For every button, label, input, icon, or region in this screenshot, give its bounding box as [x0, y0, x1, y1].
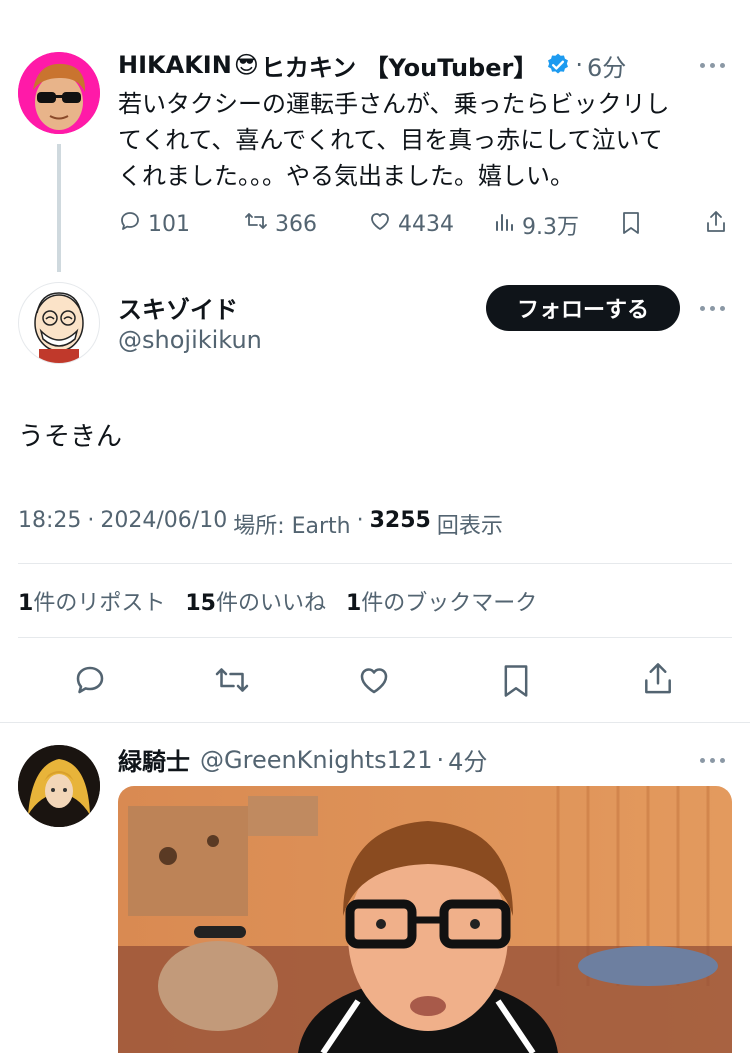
- like-count: 4434: [398, 211, 454, 237]
- follow-button[interactable]: フォローする: [486, 285, 680, 331]
- more-icon[interactable]: [700, 306, 725, 311]
- reply-icon: [118, 209, 142, 239]
- verified-badge-icon: [545, 52, 571, 78]
- like-action[interactable]: 4434: [368, 209, 454, 239]
- reply-time[interactable]: 4分: [448, 742, 487, 777]
- share-icon[interactable]: [640, 660, 676, 698]
- separator-dot: ·: [575, 51, 583, 79]
- thread-line: [57, 144, 61, 272]
- main-display-name[interactable]: スキゾイド: [118, 290, 238, 325]
- tweet-location: 場所: Earth: [233, 514, 351, 539]
- repost-stat[interactable]: 1件のリポスト: [18, 585, 165, 617]
- repost-count: 366: [275, 211, 317, 237]
- reply-action[interactable]: 101: [118, 209, 190, 239]
- more-icon[interactable]: [700, 758, 725, 763]
- like-icon[interactable]: [356, 662, 392, 698]
- follow-button-label: フォローする: [516, 298, 649, 323]
- repost-icon[interactable]: [212, 662, 252, 698]
- engagement-stats: 1件のリポスト 15件のいいね 1件のブックマーク: [18, 585, 537, 617]
- bookmark-icon[interactable]: [620, 210, 642, 240]
- repost-stat-label: 件のリポスト: [33, 591, 166, 616]
- like-stat-label: 件のいいね: [215, 591, 326, 616]
- reply-handle[interactable]: @GreenKnights121: [200, 746, 432, 774]
- tweet-meta: 18:25 · 2024/06/10 場所: Earth · 3255 回表示: [18, 508, 503, 540]
- like-stat[interactable]: 15件のいいね: [185, 585, 326, 617]
- share-icon[interactable]: [704, 209, 728, 239]
- views-count: 9.3万: [522, 215, 579, 240]
- views-action[interactable]: 9.3万: [494, 209, 579, 241]
- parent-tweet-text: 若いタクシーの運転手さんが、乗ったらビックリし てくれて、喜んでくれて、目を真っ…: [118, 86, 738, 194]
- reply-header: 緑騎士 @GreenKnights121 · 4分: [118, 742, 487, 777]
- repost-action[interactable]: 366: [243, 209, 317, 239]
- divider: [18, 637, 732, 638]
- reply-icon[interactable]: [72, 662, 108, 698]
- parent-text-line: てくれて、喜んでくれて、目を真っ赤にして泣いて: [118, 126, 663, 154]
- reply-media-image[interactable]: [118, 786, 732, 1053]
- main-tweet-text: うそきん: [18, 422, 123, 452]
- reply-display-name[interactable]: 緑騎士: [118, 742, 190, 777]
- bookmark-icon[interactable]: [500, 662, 532, 700]
- like-stat-count: 15: [185, 591, 216, 616]
- parent-tweet-header: HIKAKIN 😎 ヒカキン 【YouTuber】 · 6分: [118, 46, 738, 84]
- main-handle[interactable]: @shojikikun: [118, 326, 262, 354]
- repost-stat-count: 1: [18, 591, 34, 616]
- reply-count: 101: [148, 211, 190, 237]
- tweet-view-count: 3255: [369, 508, 431, 533]
- tweet-time[interactable]: 18:25: [18, 508, 81, 540]
- bookmark-stat-label: 件のブックマーク: [361, 591, 538, 616]
- parent-display-name-suffix[interactable]: ヒカキン 【YouTuber】: [261, 48, 538, 83]
- divider: [18, 563, 732, 564]
- bookmark-stat[interactable]: 1件のブックマーク: [346, 585, 537, 617]
- parent-time[interactable]: 6分: [587, 48, 626, 83]
- sunglasses-emoji-icon: 😎: [233, 51, 259, 79]
- tweet-date[interactable]: 2024/06/10: [100, 508, 227, 540]
- hikakin-avatar[interactable]: [18, 52, 100, 134]
- parent-text-line: くれました。。。やる気出ました。嬉しい。: [118, 162, 574, 190]
- more-icon[interactable]: [700, 63, 725, 68]
- greenknight-avatar[interactable]: [18, 745, 100, 827]
- parent-text-line: 若いタクシーの運転手さんが、乗ったらビックリし: [118, 90, 670, 118]
- repost-icon: [243, 209, 269, 239]
- shojikikun-avatar[interactable]: [18, 282, 100, 364]
- section-divider: [0, 722, 750, 723]
- tweet-view-label: 回表示: [436, 514, 503, 539]
- views-icon: [494, 210, 516, 240]
- bookmark-stat-count: 1: [345, 591, 362, 616]
- parent-display-name[interactable]: HIKAKIN: [118, 51, 232, 79]
- like-icon: [368, 209, 392, 239]
